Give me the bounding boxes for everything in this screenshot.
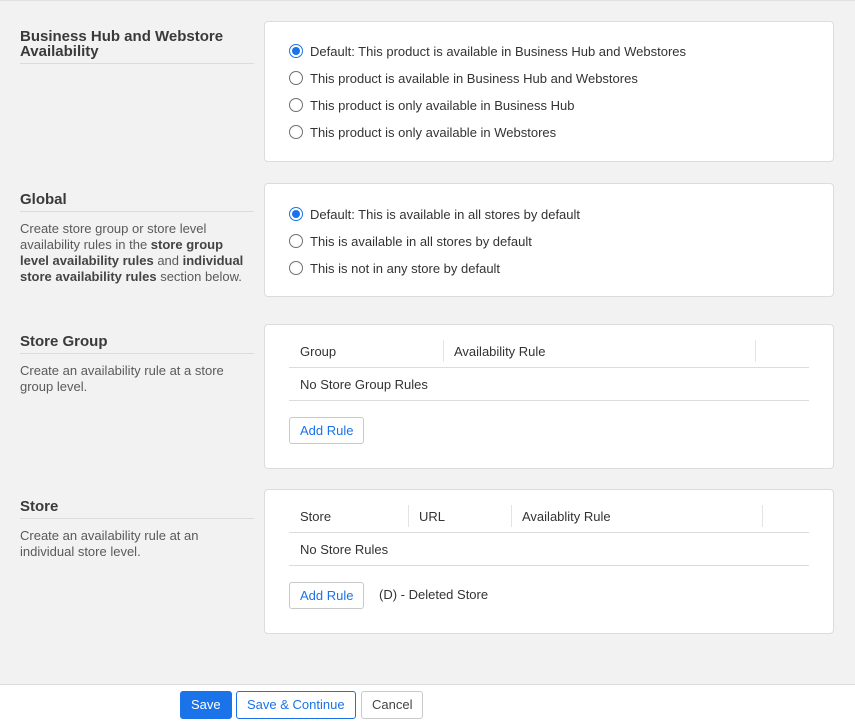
add-store-group-rule-button[interactable]: Add Rule xyxy=(289,417,365,444)
column-divider xyxy=(762,505,763,527)
availability-option-label: This product is only available in Websto… xyxy=(310,124,557,140)
radio-button[interactable] xyxy=(289,261,303,275)
global-option-label: Default: This is available in all stores… xyxy=(310,206,581,222)
column-divider xyxy=(408,505,409,527)
cancel-button[interactable]: Cancel xyxy=(361,691,424,719)
global-section-header: Global Create store group or store level… xyxy=(20,192,254,285)
radio-button[interactable] xyxy=(289,71,303,85)
store-empty-row: No Store Rules xyxy=(289,533,809,566)
availability-option-2[interactable]: This product is only available in Busine… xyxy=(289,96,574,114)
column-header-availability-rule: Availability Rule xyxy=(454,344,546,359)
global-desc-text: and xyxy=(153,253,183,268)
store-table-header: Store URL Availablity Rule xyxy=(289,501,809,533)
deleted-store-note: (D) - Deleted Store xyxy=(379,587,489,602)
global-section-description: Create store group or store level availa… xyxy=(20,221,254,285)
radio-button[interactable] xyxy=(289,207,303,221)
global-option-1[interactable]: This is available in all stores by defau… xyxy=(289,232,532,250)
availability-page: Business Hub and Webstore Availability D… xyxy=(0,0,855,684)
store-section-title: Store xyxy=(20,499,254,519)
availability-option-label: This product is only available in Busine… xyxy=(310,97,575,113)
save-and-continue-button[interactable]: Save & Continue xyxy=(236,691,356,719)
save-button[interactable]: Save xyxy=(180,691,232,719)
radio-button[interactable] xyxy=(289,125,303,139)
availability-option-3[interactable]: This product is only available in Websto… xyxy=(289,123,556,141)
store-table: Store URL Availablity Rule No Store Rule… xyxy=(289,501,809,566)
global-option-label: This is not in any store by default xyxy=(310,260,501,276)
store-group-section-title: Store Group xyxy=(20,334,254,354)
global-option-0[interactable]: Default: This is available in all stores… xyxy=(289,205,580,223)
store-group-panel: Group Availability Rule No Store Group R… xyxy=(264,324,834,469)
store-group-table: Group Availability Rule No Store Group R… xyxy=(289,336,809,401)
global-section-title: Global xyxy=(20,192,254,212)
column-header-availability-rule: Availablity Rule xyxy=(522,509,611,524)
global-option-label: This is available in all stores by defau… xyxy=(310,233,532,249)
footer-action-bar: Save Save & Continue Cancel xyxy=(0,684,855,725)
store-group-empty-row: No Store Group Rules xyxy=(289,368,809,401)
store-panel: Store URL Availablity Rule No Store Rule… xyxy=(264,489,834,634)
availability-options-panel: Default: This product is available in Bu… xyxy=(264,21,834,162)
store-group-section-description: Create an availability rule at a store g… xyxy=(20,363,224,394)
availability-section-header: Business Hub and Webstore Availability xyxy=(20,29,254,64)
availability-option-label: This product is available in Business Hu… xyxy=(310,70,638,86)
add-store-rule-button[interactable]: Add Rule xyxy=(289,582,365,609)
availability-option-1[interactable]: This product is available in Business Hu… xyxy=(289,69,638,87)
availability-option-0[interactable]: Default: This product is available in Bu… xyxy=(289,42,686,60)
store-section-header: Store Create an availability rule at an … xyxy=(20,499,254,560)
column-header-store: Store xyxy=(300,509,332,524)
column-header-url: URL xyxy=(419,509,446,524)
store-group-table-header: Group Availability Rule xyxy=(289,336,809,368)
global-options-panel: Default: This is available in all stores… xyxy=(264,183,834,297)
radio-button[interactable] xyxy=(289,44,303,58)
global-option-2[interactable]: This is not in any store by default xyxy=(289,259,500,277)
column-header-group: Group xyxy=(300,344,337,359)
availability-section-title: Business Hub and Webstore Availability xyxy=(20,29,254,64)
radio-button[interactable] xyxy=(289,98,303,112)
column-divider xyxy=(443,340,444,362)
store-group-section-header: Store Group Create an availability rule … xyxy=(20,334,254,395)
column-divider xyxy=(511,505,512,527)
availability-option-label: Default: This product is available in Bu… xyxy=(310,43,686,59)
column-divider xyxy=(755,340,756,362)
global-desc-text: section below. xyxy=(156,269,242,284)
radio-button[interactable] xyxy=(289,234,303,248)
store-section-description: Create an availability rule at an indivi… xyxy=(20,528,199,559)
